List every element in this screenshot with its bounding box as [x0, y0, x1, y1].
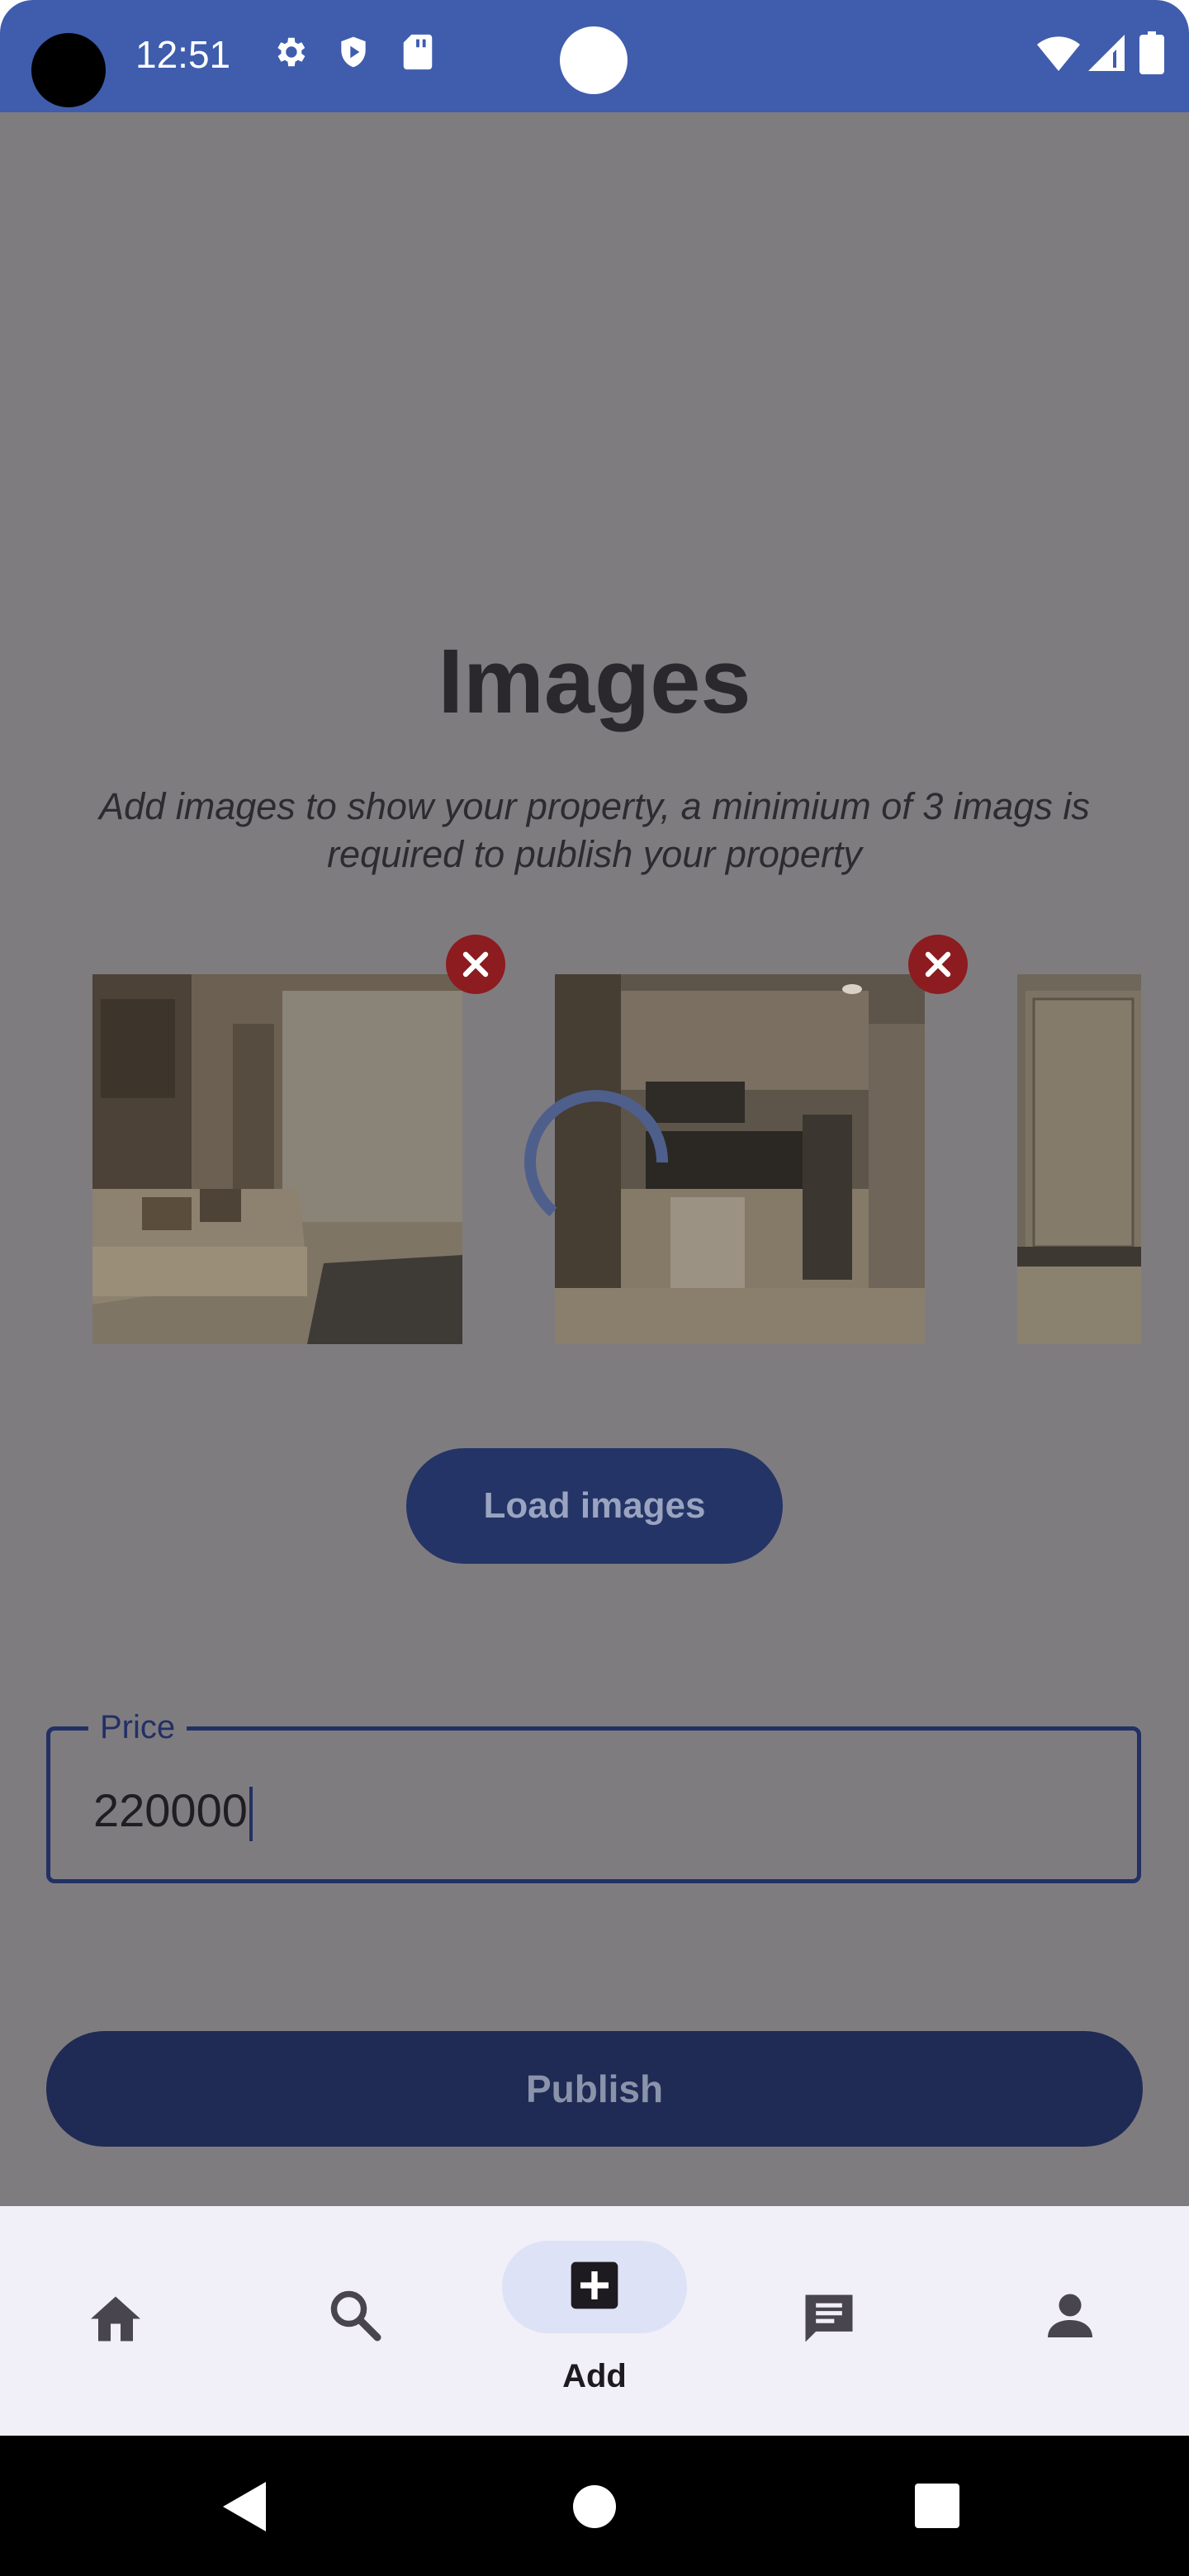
status-time: 12:51 [135, 33, 231, 76]
home-button-icon[interactable] [571, 2484, 618, 2534]
price-field[interactable]: Price 220000 [46, 1706, 1141, 1883]
publish-button[interactable]: Publish [46, 2031, 1143, 2147]
remove-image-button[interactable] [446, 935, 505, 994]
profile-icon [1040, 2285, 1100, 2345]
door-photo[interactable] [1017, 974, 1141, 1344]
nav-messages[interactable] [798, 2287, 860, 2350]
battery-icon [1139, 31, 1164, 78]
add-icon [566, 2257, 623, 2318]
sd-card-icon [401, 33, 434, 75]
page-subtitle: Add images to show your property, a mini… [99, 785, 1090, 875]
shield-icon [335, 33, 372, 75]
camera-cutout [31, 33, 106, 107]
nav-add[interactable] [502, 2241, 687, 2333]
signal-icon [1088, 35, 1125, 75]
recents-icon[interactable] [915, 2484, 959, 2532]
price-value-text: 220000 [93, 1784, 248, 1836]
load-images-button[interactable]: Load images [406, 1448, 783, 1564]
page-title: Images [438, 631, 751, 732]
nav-profile[interactable] [1040, 2285, 1100, 2345]
loading-spinner-icon [514, 1080, 679, 1249]
nav-home[interactable] [86, 2289, 145, 2342]
gear-icon [271, 33, 309, 75]
back-icon[interactable] [223, 2482, 269, 2536]
living-room-photo[interactable] [92, 974, 462, 1344]
search-icon [325, 2285, 385, 2345]
nav-search[interactable] [325, 2285, 385, 2345]
price-label: Price [88, 1706, 187, 1749]
status-bar: 12:51 [0, 0, 1189, 112]
system-navigation-bar [0, 2436, 1189, 2576]
chat-icon [798, 2287, 860, 2350]
notification-dot [560, 26, 628, 94]
home-icon [86, 2289, 145, 2342]
remove-image-button[interactable] [908, 935, 968, 994]
content-area: Images Add images to show your property,… [0, 112, 1189, 2206]
nav-add-label: Add [562, 2358, 627, 2394]
bottom-navigation: Add [0, 2206, 1189, 2436]
wifi-icon [1037, 35, 1080, 75]
text-cursor [249, 1787, 253, 1842]
price-input-value[interactable]: 220000 [93, 1782, 253, 1842]
